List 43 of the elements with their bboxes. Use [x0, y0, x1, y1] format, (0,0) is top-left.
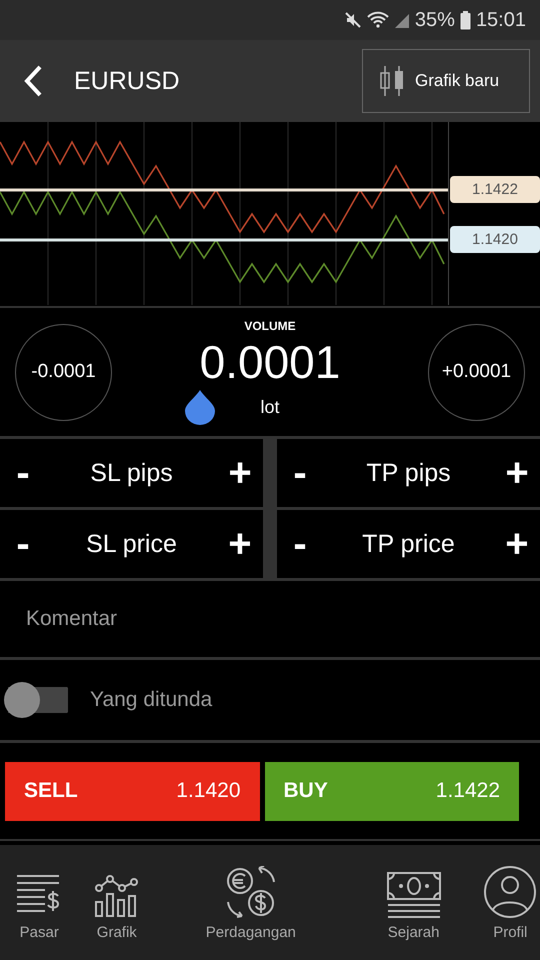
nav-tab[interactable]: Perdagangan	[155, 856, 347, 940]
minus-button[interactable]: -	[277, 443, 323, 503]
pending-label: Yang ditunda	[90, 688, 212, 712]
new-chart-button[interactable]: Grafik baru	[362, 49, 530, 113]
stepper-label: TP pips	[366, 458, 451, 488]
clock-time: 15:01	[476, 8, 526, 32]
nav-tab[interactable]: Profil	[480, 856, 540, 940]
window-title: EURUSD	[74, 66, 181, 96]
nav-tab[interactable]: Pasar	[0, 856, 79, 940]
drop-handle-icon[interactable]	[184, 389, 216, 425]
plus-button[interactable]: +	[494, 514, 540, 574]
mute-icon	[344, 11, 362, 29]
nav-tab[interactable]: Sejarah	[346, 856, 481, 940]
plus-button[interactable]: +	[217, 443, 263, 503]
increase-volume-button[interactable]: +0.0001	[428, 324, 525, 420]
minus-button[interactable]: -	[0, 514, 46, 574]
plus-button[interactable]: +	[494, 443, 540, 503]
plus-button[interactable]: +	[216, 514, 263, 574]
volume-unit: lot	[260, 396, 280, 418]
ask-price-tag: 1.1422	[450, 176, 540, 203]
stepper-field[interactable]: - SL price +	[0, 510, 263, 578]
stepper-field[interactable]: - TP price +	[277, 510, 540, 578]
user-icon	[484, 866, 536, 918]
minus-button[interactable]: -	[0, 443, 46, 503]
volume-label: VOLUME	[244, 319, 296, 333]
wifi-icon	[366, 11, 389, 29]
banknote-icon	[386, 872, 441, 918]
currency-exchange-icon	[224, 866, 277, 918]
stepper-label: TP price	[362, 530, 455, 558]
bid-price-tag: 1.1420	[450, 226, 540, 253]
stepper-field[interactable]: - SL pips +	[0, 439, 263, 507]
volume-value: 0.0001	[200, 335, 340, 389]
decrease-volume-button[interactable]: -0.0001	[15, 324, 112, 420]
battery-icon	[460, 10, 471, 30]
sell-button[interactable]: SELL 1.1420	[5, 762, 260, 820]
minus-button[interactable]: -	[277, 514, 323, 574]
candlestick-icon	[379, 64, 405, 98]
stepper-label: SL price	[86, 530, 177, 558]
nav-tab[interactable]: Grafik	[78, 856, 156, 940]
battery-percent: 35%	[414, 8, 455, 32]
stepper-field[interactable]: - TP pips +	[277, 439, 540, 507]
bar-chart-icon	[94, 874, 140, 918]
stepper-label: SL pips	[90, 458, 173, 488]
